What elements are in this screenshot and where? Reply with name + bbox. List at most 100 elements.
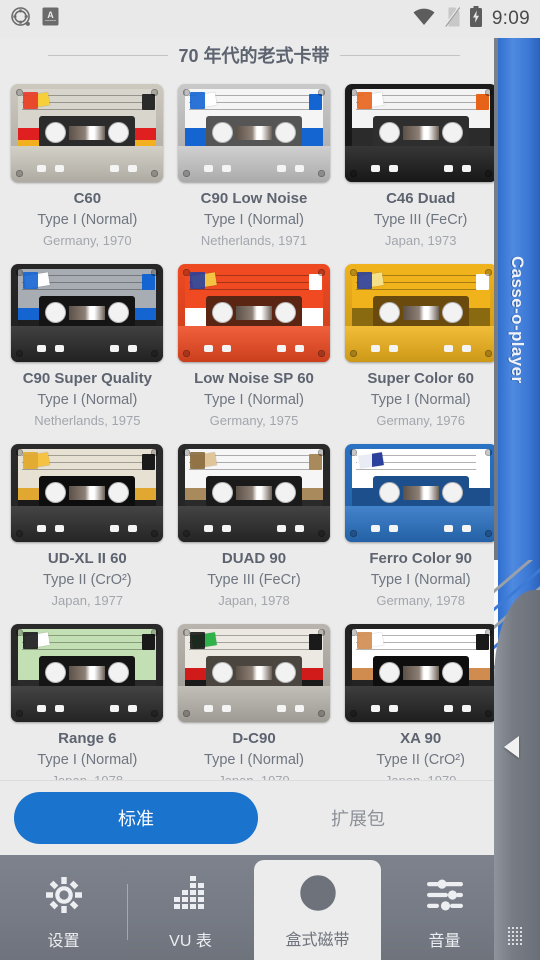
cassette-origin: Netherlands, 1971: [200, 233, 308, 248]
cassette-item[interactable]: C46 Duad C46 Duad Type III (FeCr) Japan, 19…: [337, 78, 504, 258]
cassette-artwork[interactable]: LNS 60: [177, 264, 330, 362]
shell-screw: [182, 629, 190, 636]
cassette-name: DUAD 90: [221, 550, 287, 567]
cassette-item[interactable]: D-C90 D-C90 Type I (Normal) Japan, 1979: [171, 618, 338, 780]
cassette-item[interactable]: C-90 C90 Low Noise Type I (Normal) Netherla…: [171, 78, 338, 258]
tab-vu-meter[interactable]: VU 表: [127, 864, 254, 960]
hub-left: [211, 482, 233, 503]
pack-selector: 标准 扩展包: [0, 780, 508, 855]
cassette-artwork[interactable]: (Range)·6: [11, 624, 164, 722]
cassette-logo: [356, 632, 372, 649]
cassette-item[interactable]: LNS 60 Low Noise SP 60 Type I (Normal) Germ…: [171, 258, 338, 438]
player-side-handle[interactable]: Casse-o-player: [494, 0, 540, 960]
shell-screw: [484, 170, 492, 177]
cassette-name: C90 Super Quality: [22, 370, 152, 387]
cassette-logo: [23, 632, 39, 649]
tape-spool: [69, 306, 106, 320]
sliders-icon: [424, 874, 466, 921]
tab-label: 设置: [47, 932, 80, 950]
cassette-artwork[interactable]: DUAD 90: [177, 444, 330, 542]
cassette-artwork[interactable]: D-C90: [177, 624, 330, 722]
cassette-name: XA 90: [400, 730, 442, 747]
cassette-item[interactable]: C60 UD-XL II 60 Type II (CrO²) Japan, 1977: [4, 438, 171, 618]
cassette-artwork[interactable]: C60: [11, 84, 164, 182]
cassette-type: Type I (Normal): [204, 212, 304, 228]
shell-hole: [461, 345, 471, 352]
cassette-scroll-area[interactable]: C60 C60 Type I (Normal) Germany, 1970 C-90 C9…: [0, 72, 508, 780]
cassette-artwork[interactable]: SUPER QUALITY: [11, 264, 164, 362]
cassette-name: Super Color 60: [367, 370, 475, 387]
status-bar: A 9:09: [0, 0, 540, 38]
cassette-lower-shell: [177, 146, 330, 182]
hub-right: [441, 482, 463, 503]
shell-screw: [484, 269, 492, 276]
segment-expansion[interactable]: 扩展包: [258, 792, 458, 844]
cassette-item[interactable]: SUPER QUALITY C90 Super Quality Type I (No…: [4, 258, 171, 438]
wifi-icon: [413, 8, 435, 31]
shell-hole: [294, 525, 304, 532]
cassette-item[interactable]: FERRO COLOR Ferro Color 90 Type I (Normal)…: [337, 438, 504, 618]
cassette-item[interactable]: DUAD 90 DUAD 90 Type III (FeCr) Japan, 1978: [171, 438, 338, 618]
shell-hole: [443, 705, 453, 712]
shell-screw: [151, 449, 159, 456]
cassette-lower-shell: [177, 506, 330, 542]
shell-hole: [203, 345, 213, 352]
cassette-artwork[interactable]: Technics: [344, 624, 497, 722]
cassette-type: Type I (Normal): [204, 392, 304, 408]
shell-hole: [55, 345, 65, 352]
cassette-item[interactable]: C60 C60 Type I (Normal) Germany, 1970: [4, 78, 171, 258]
shell-screw: [349, 170, 357, 177]
expand-player-arrow-icon[interactable]: [504, 736, 519, 758]
bottom-tab-bar: 设置 VU 表 盒式磁带 音量: [0, 855, 508, 960]
tape-spool: [402, 306, 439, 320]
cassette-logo: [189, 92, 205, 109]
cassette-artwork[interactable]: C60: [11, 444, 164, 542]
shell-screw: [151, 629, 159, 636]
cassette-artwork[interactable]: C-90: [177, 84, 330, 182]
cassette-item[interactable]: (Range)·6 Range 6 Type I (Normal) Japan, 19…: [4, 618, 171, 780]
shell-hole: [203, 705, 213, 712]
tab-cassettes[interactable]: 盒式磁带: [254, 860, 381, 960]
cassette-item[interactable]: SUPER COLOR Super Color 60 Type I (Normal)…: [337, 258, 504, 438]
shell-screw: [484, 350, 492, 357]
cassette-shell: LNS 60: [177, 264, 330, 362]
shell-screw: [317, 170, 325, 177]
cassette-name: C90 Low Noise: [200, 190, 308, 207]
battery-charging-icon: [469, 6, 483, 32]
grip-dots-bottom-icon: [507, 926, 527, 946]
cassette-badge: [475, 274, 489, 290]
hub-left: [378, 662, 400, 683]
cassette-type: Type III (FeCr): [373, 212, 468, 228]
cassette-lower-shell: [11, 506, 164, 542]
tab-label: 音量: [428, 932, 461, 950]
status-bar-left: A: [10, 6, 59, 33]
hub-right: [441, 302, 463, 323]
shell-hole: [461, 705, 471, 712]
shell-hole: [110, 345, 120, 352]
segment-standard[interactable]: 标准: [14, 792, 258, 844]
tab-volume[interactable]: 音量: [381, 864, 508, 960]
cassette-item[interactable]: Technics XA 90 Type II (CrO²) Japan, 1979: [337, 618, 504, 780]
cassette-artwork[interactable]: C46 Duad: [344, 84, 497, 182]
tape-spool: [235, 306, 272, 320]
shell-hole: [128, 525, 138, 532]
gear-icon: [43, 874, 85, 921]
shell-hole: [37, 165, 47, 172]
cassette-lower-shell: [344, 686, 497, 722]
cassette-type: Type I (Normal): [37, 212, 138, 228]
shell-screw: [182, 350, 190, 357]
no-sim-icon: [443, 6, 461, 32]
cassette-artwork[interactable]: SUPER COLOR: [344, 264, 497, 362]
hub-right: [274, 302, 296, 323]
player-name-label: Casse-o-player: [508, 256, 527, 384]
shell-screw: [484, 449, 492, 456]
shell-screw: [182, 449, 190, 456]
shell-hole: [55, 705, 65, 712]
tape-spool: [69, 486, 106, 500]
shell-hole: [128, 165, 138, 172]
cassette-artwork[interactable]: FERRO COLOR: [344, 444, 497, 542]
shell-screw: [349, 530, 357, 537]
tab-settings[interactable]: 设置: [0, 864, 127, 960]
shell-screw: [484, 710, 492, 717]
shell-hole: [203, 165, 213, 172]
